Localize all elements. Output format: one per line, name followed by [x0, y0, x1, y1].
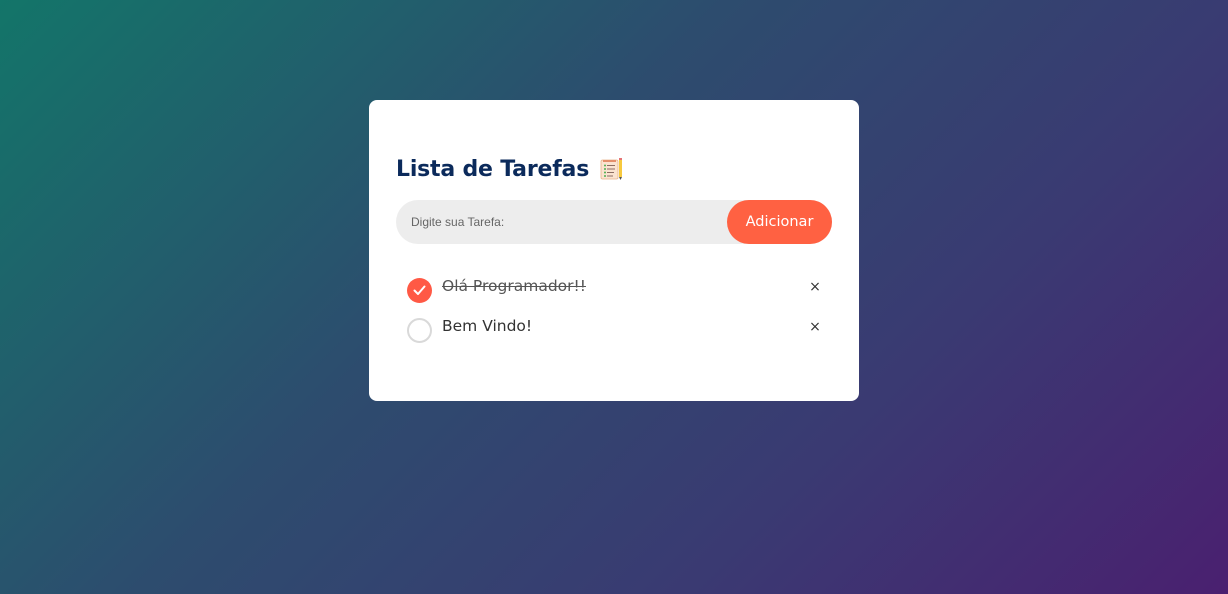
- page-title: Lista de Tarefas: [396, 156, 590, 182]
- add-task-row: Adicionar: [396, 200, 832, 244]
- task-text: Bem Vindo!: [442, 317, 533, 335]
- remove-task-button[interactable]: ×: [808, 319, 822, 335]
- task-list: Olá Programador!! × Bem Vindo! ×: [407, 275, 822, 355]
- notepad-icon: [599, 157, 623, 181]
- add-button[interactable]: Adicionar: [727, 200, 832, 244]
- checked-circle-icon[interactable]: [407, 278, 432, 303]
- remove-task-button[interactable]: ×: [808, 279, 822, 295]
- title-row: Lista de Tarefas: [396, 152, 623, 186]
- task-text: Olá Programador!!: [442, 277, 586, 295]
- task-item[interactable]: Bem Vindo! ×: [407, 315, 822, 355]
- task-item[interactable]: Olá Programador!! ×: [407, 275, 822, 315]
- unchecked-circle-icon[interactable]: [407, 318, 432, 343]
- todo-card: Lista de Tarefas Adicionar: [369, 100, 859, 401]
- task-input[interactable]: [396, 200, 716, 244]
